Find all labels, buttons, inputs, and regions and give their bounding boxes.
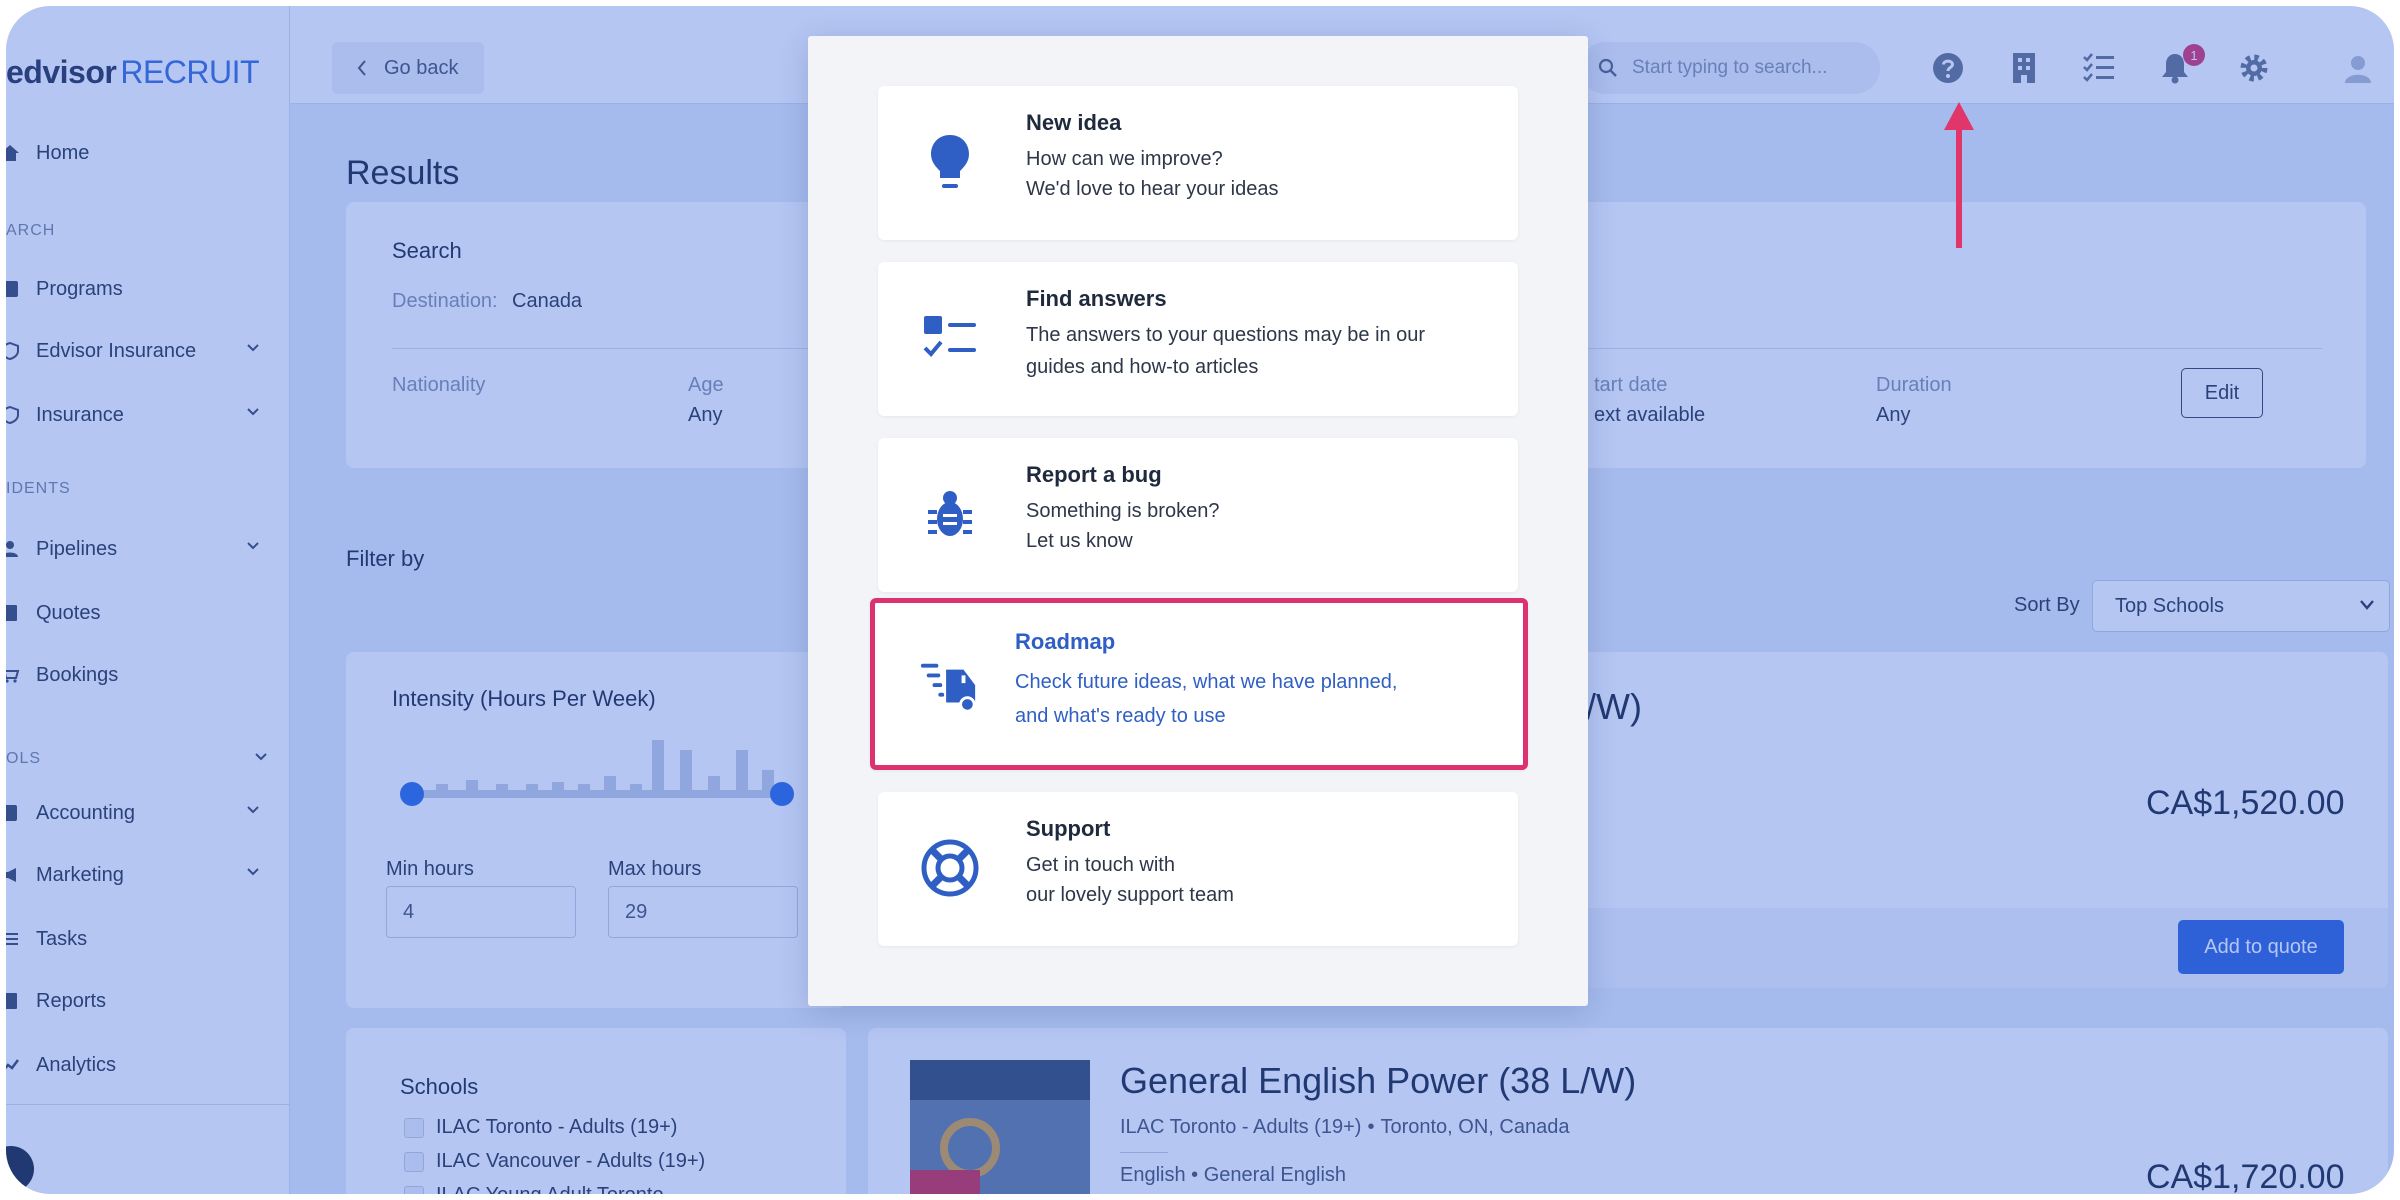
option-description: Let us know bbox=[1026, 530, 1133, 552]
option-title: Support bbox=[1026, 816, 1111, 841]
option-description: We'd love to hear your ideas bbox=[1026, 178, 1279, 200]
checklist-icon bbox=[920, 308, 980, 368]
bug-icon bbox=[920, 484, 980, 544]
option-title: Roadmap bbox=[1015, 629, 1116, 654]
report-bug-option[interactable]: Report a bug Something is broken? Let us… bbox=[878, 438, 1518, 592]
find-answers-option[interactable]: Find answers The answers to your questio… bbox=[878, 262, 1518, 416]
help-menu-modal: New idea How can we improve? We'd love t… bbox=[808, 36, 1588, 1006]
arrow-annotation-icon bbox=[1944, 102, 1974, 248]
option-description: our lovely support team bbox=[1026, 884, 1234, 906]
option-description: Check future ideas, what we have planned… bbox=[1015, 671, 1398, 693]
option-title: New idea bbox=[1026, 110, 1122, 135]
delivery-truck-icon bbox=[919, 657, 979, 717]
option-description: guides and how-to articles bbox=[1026, 356, 1259, 378]
option-description: The answers to your questions may be in … bbox=[1026, 324, 1426, 346]
option-description: Something is broken? bbox=[1026, 500, 1220, 522]
option-title: Report a bug bbox=[1026, 462, 1162, 487]
option-description: Get in touch with bbox=[1026, 854, 1175, 876]
roadmap-option[interactable]: Roadmap Check future ideas, what we have… bbox=[870, 598, 1528, 770]
option-description: How can we improve? bbox=[1026, 148, 1223, 170]
option-title: Find answers bbox=[1026, 286, 1167, 311]
app-window: edvisor RECRUIT Home ARCH Programs Edviso… bbox=[6, 6, 2394, 1194]
lifebuoy-icon bbox=[920, 838, 980, 898]
new-idea-option[interactable]: New idea How can we improve? We'd love t… bbox=[878, 86, 1518, 240]
lightbulb-icon bbox=[920, 132, 980, 192]
support-option[interactable]: Support Get in touch with our lovely sup… bbox=[878, 792, 1518, 946]
option-description: and what's ready to use bbox=[1015, 705, 1226, 727]
